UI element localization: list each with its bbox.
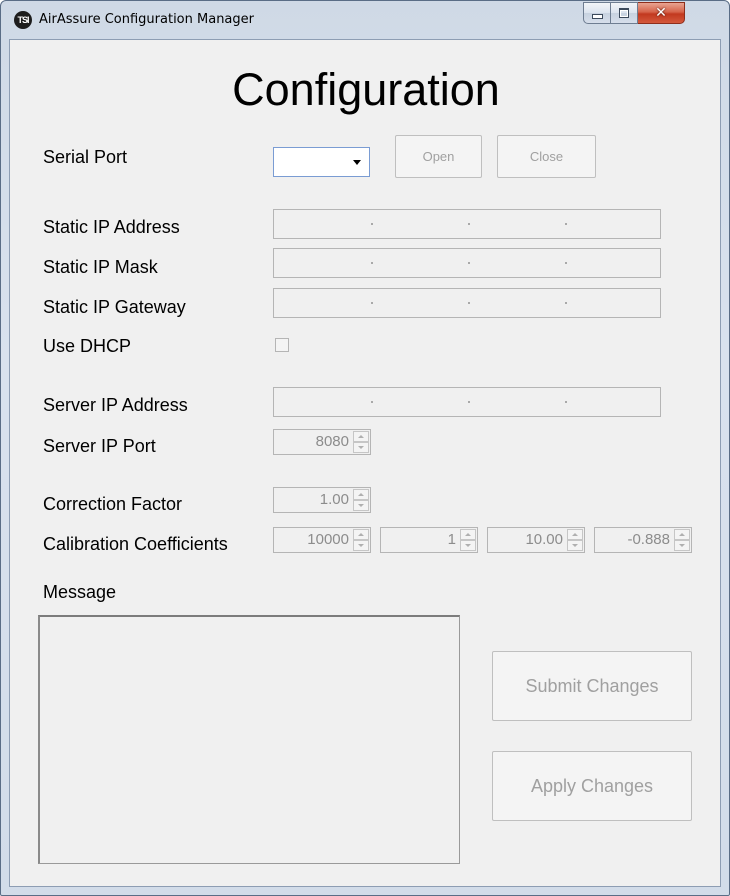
- close-icon: ✕: [655, 5, 667, 21]
- ip-separator: [371, 262, 373, 264]
- minimize-icon: [591, 13, 603, 19]
- server-ip-address-label: Server IP Address: [43, 395, 188, 415]
- calibration-coefficient-2-value: 1: [447, 531, 456, 548]
- dropdown-arrow-icon: [353, 160, 361, 165]
- caption-buttons: ✕: [583, 2, 685, 25]
- ip-separator: [565, 401, 567, 403]
- apply-changes-button[interactable]: Apply Changes: [492, 751, 692, 821]
- ip-separator: [468, 262, 470, 264]
- server-ip-port-stepper[interactable]: 8080: [273, 429, 371, 455]
- calibration-coefficient-3-stepper[interactable]: 10.00: [487, 527, 585, 553]
- spin-up-icon[interactable]: [460, 529, 476, 540]
- form-client-area: Configuration Serial Port Open Close Sta…: [9, 39, 721, 887]
- maximize-icon: [619, 8, 629, 18]
- ip-separator: [468, 302, 470, 304]
- ip-separator: [468, 223, 470, 225]
- open-button[interactable]: Open: [395, 135, 482, 178]
- ip-separator: [371, 302, 373, 304]
- server-ip-address-input[interactable]: [273, 387, 661, 417]
- correction-factor-label: Correction Factor: [43, 494, 183, 514]
- ip-separator: [565, 302, 567, 304]
- correction-factor-stepper[interactable]: 1.00: [273, 487, 371, 513]
- spin-up-icon[interactable]: [353, 431, 369, 442]
- spin-down-icon[interactable]: [353, 500, 369, 511]
- static-ip-gateway-input[interactable]: [273, 288, 661, 318]
- static-ip-gateway-label: Static IP Gateway: [43, 297, 186, 317]
- spin-down-icon[interactable]: [460, 540, 476, 551]
- spin-down-icon[interactable]: [353, 540, 369, 551]
- calibration-coefficient-3-value: 10.00: [525, 531, 563, 548]
- tsi-app-icon: TSI: [14, 11, 32, 29]
- page-title: Configuration: [232, 64, 500, 115]
- ip-separator: [565, 262, 567, 264]
- message-textarea[interactable]: [38, 615, 460, 864]
- ip-separator: [371, 401, 373, 403]
- spin-up-icon[interactable]: [674, 529, 690, 540]
- use-dhcp-label: Use DHCP: [43, 336, 132, 356]
- close-port-button[interactable]: Close: [497, 135, 596, 178]
- calibration-coefficient-1-value: 10000: [307, 531, 349, 548]
- submit-changes-button[interactable]: Submit Changes: [492, 651, 692, 721]
- message-label: Message: [43, 582, 117, 602]
- calibration-coefficient-1-stepper[interactable]: 10000: [273, 527, 371, 553]
- calibration-coefficient-4-value: -0.888: [627, 531, 670, 548]
- spin-up-icon[interactable]: [353, 529, 369, 540]
- server-ip-port-value: 8080: [315, 433, 349, 450]
- title-bar[interactable]: TSI AirAssure Configuration Manager ✕: [1, 1, 729, 39]
- close-button[interactable]: ✕: [638, 2, 685, 24]
- window-title: AirAssure Configuration Manager: [39, 12, 254, 27]
- calibration-coefficient-4-stepper[interactable]: -0.888: [594, 527, 692, 553]
- serial-port-label: Serial Port: [43, 147, 128, 167]
- static-ip-address-label: Static IP Address: [43, 217, 180, 237]
- use-dhcp-checkbox[interactable]: [275, 338, 289, 352]
- spin-down-icon[interactable]: [353, 442, 369, 453]
- ip-separator: [468, 401, 470, 403]
- app-window: TSI AirAssure Configuration Manager ✕ Co…: [0, 0, 730, 896]
- calibration-coefficients-label: Calibration Coefficients: [43, 534, 228, 554]
- spin-down-icon[interactable]: [567, 540, 583, 551]
- static-ip-mask-input[interactable]: [273, 248, 661, 278]
- spin-up-icon[interactable]: [353, 489, 369, 500]
- spin-down-icon[interactable]: [674, 540, 690, 551]
- maximize-button[interactable]: [611, 2, 638, 24]
- ip-separator: [371, 223, 373, 225]
- correction-factor-value: 1.00: [319, 491, 349, 508]
- calibration-coefficient-2-stepper[interactable]: 1: [380, 527, 478, 553]
- server-ip-port-label: Server IP Port: [43, 436, 156, 456]
- static-ip-mask-label: Static IP Mask: [43, 257, 158, 277]
- minimize-button[interactable]: [583, 2, 611, 24]
- serial-port-select[interactable]: [273, 147, 370, 177]
- ip-separator: [565, 223, 567, 225]
- static-ip-address-input[interactable]: [273, 209, 661, 239]
- spin-up-icon[interactable]: [567, 529, 583, 540]
